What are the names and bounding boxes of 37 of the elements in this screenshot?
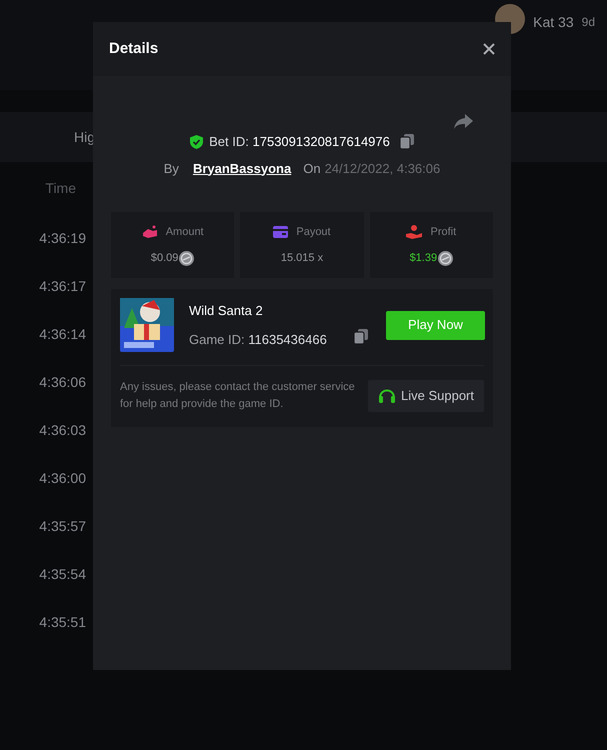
table-cell-text: 4:35:57 xyxy=(39,517,86,534)
column-header: Time xyxy=(45,179,76,198)
bet-id: Bet ID: 1753091320817614976 xyxy=(209,133,390,151)
user-name: Kat 33 xyxy=(533,13,574,32)
share-icon[interactable] xyxy=(454,114,473,129)
by-label: By xyxy=(164,160,179,178)
game-id: Game ID: 11635436466 xyxy=(189,330,327,348)
table-cell-text: 4:35:54 xyxy=(39,565,86,582)
table-cell-text: 4:36:00 xyxy=(39,469,86,486)
bet-date: 24/12/2022, 4:36:06 xyxy=(324,160,440,178)
user-extra: 9d xyxy=(582,14,595,30)
table-cell-text: 4:36:17 xyxy=(39,277,86,294)
copy-icon[interactable] xyxy=(354,328,368,344)
user-link[interactable]: BryanBassyona xyxy=(192,158,292,178)
on-label: On xyxy=(303,160,321,178)
table-cell-text: 4:35:51 xyxy=(39,613,86,630)
close-icon[interactable] xyxy=(483,43,495,55)
stat-value: $1.39 xyxy=(410,251,438,266)
stat-value: $0.09 xyxy=(150,251,178,266)
table-cell-text: 4:36:06 xyxy=(39,373,86,390)
table-cell-text: 4:36:03 xyxy=(39,421,86,438)
stat-label: Payout xyxy=(296,224,331,240)
live-support-button[interactable]: Live Support xyxy=(368,380,484,412)
hand-icon xyxy=(142,224,158,239)
dialog-title: Details xyxy=(109,38,158,59)
help-text: Any issues, please contact the customer service for help and provide the game ID. xyxy=(120,380,356,412)
stat-value: 15.015 x xyxy=(280,251,324,266)
headset-icon xyxy=(378,388,396,404)
game-name: Wild Santa 2 xyxy=(189,302,264,320)
card-icon xyxy=(273,226,288,238)
stat-label: Amount xyxy=(166,224,204,240)
copy-icon[interactable] xyxy=(400,134,414,150)
stat-label: Profit xyxy=(430,224,456,240)
shield-check-icon xyxy=(190,134,204,149)
table-cell-text: 4:36:14 xyxy=(39,325,86,342)
person-hand-icon xyxy=(406,224,422,239)
table-cell-text: 4:36:19 xyxy=(39,229,86,246)
